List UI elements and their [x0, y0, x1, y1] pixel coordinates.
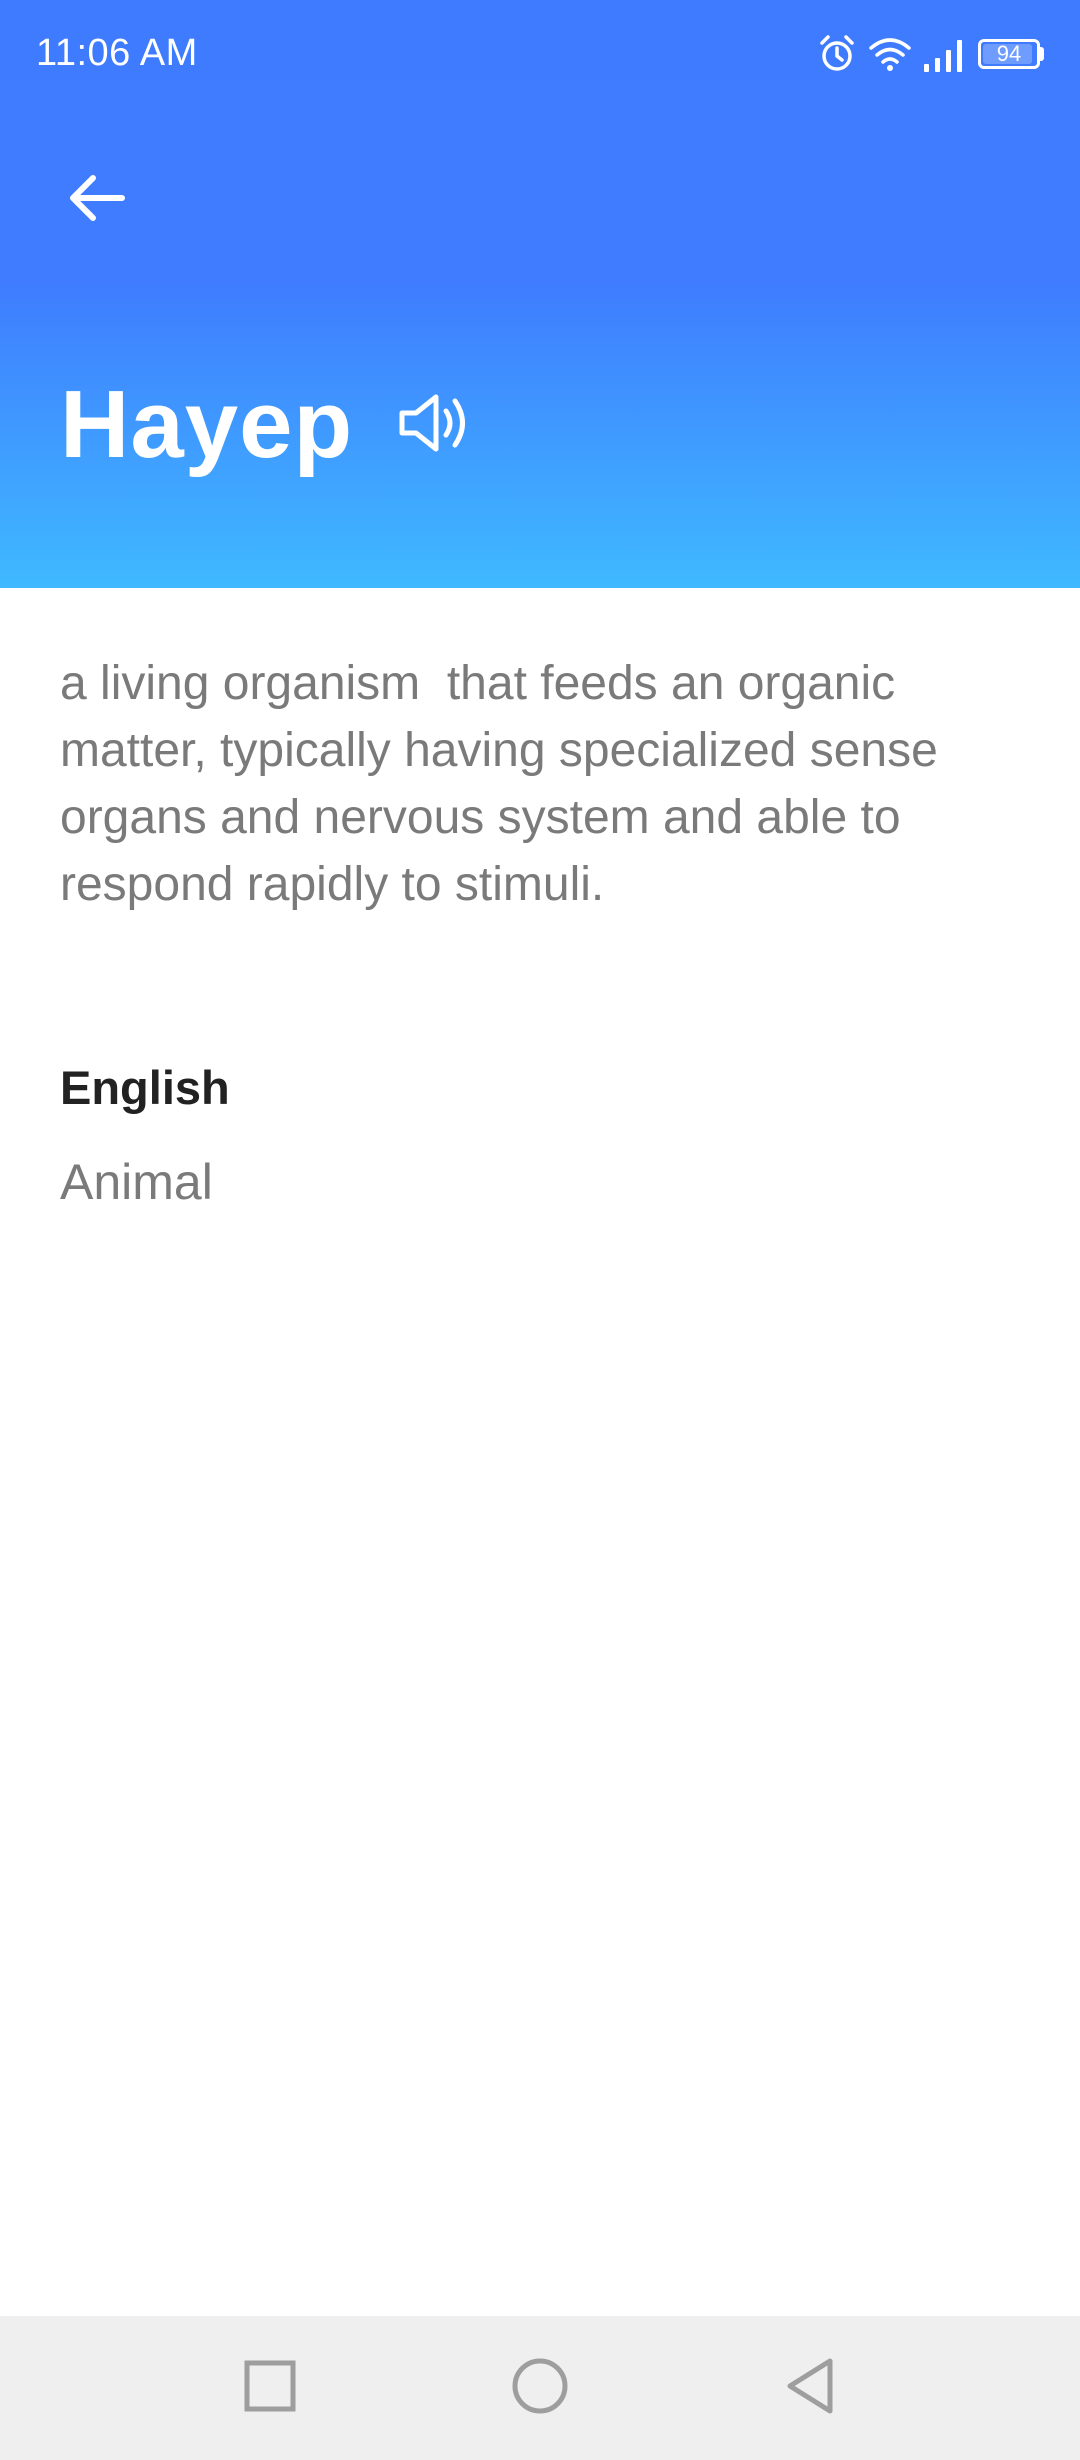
cellular-signal-icon — [922, 34, 968, 74]
translation-text: Animal — [60, 1154, 213, 1210]
language-heading: English — [60, 1061, 230, 1114]
home-button[interactable] — [500, 2348, 580, 2428]
battery-nub — [1040, 47, 1044, 61]
word-row: Hayep — [60, 370, 481, 480]
speaker-icon — [398, 391, 480, 460]
recents-button[interactable] — [230, 2348, 310, 2428]
wifi-icon — [868, 34, 912, 74]
system-nav-bar — [0, 2316, 1080, 2460]
pronunciation-button[interactable] — [397, 383, 481, 467]
battery-icon: 94 — [978, 39, 1040, 69]
recents-square-icon — [244, 2360, 296, 2417]
status-icons: 94 — [816, 30, 1044, 78]
definition-text: a living organism that feeds an organic … — [60, 657, 952, 911]
word-header: 11:06 AM 94 Hayep — [0, 0, 1080, 588]
entry-content: a living organism that feeds an organic … — [60, 650, 1030, 1211]
home-circle-icon — [511, 2357, 569, 2420]
arrow-left-icon — [66, 172, 126, 229]
nav-back-button[interactable] — [770, 2348, 850, 2428]
back-button[interactable] — [56, 160, 136, 240]
status-bar: 11:06 AM 94 — [0, 0, 1080, 110]
word-detail-screen: 11:06 AM 94 Hayep a living organism that… — [0, 0, 1080, 2460]
battery-level: 94 — [996, 41, 1022, 66]
alarm-icon — [816, 33, 858, 75]
back-triangle-icon — [784, 2357, 836, 2420]
word-title: Hayep — [60, 371, 354, 478]
status-time: 11:06 AM — [36, 32, 198, 74]
